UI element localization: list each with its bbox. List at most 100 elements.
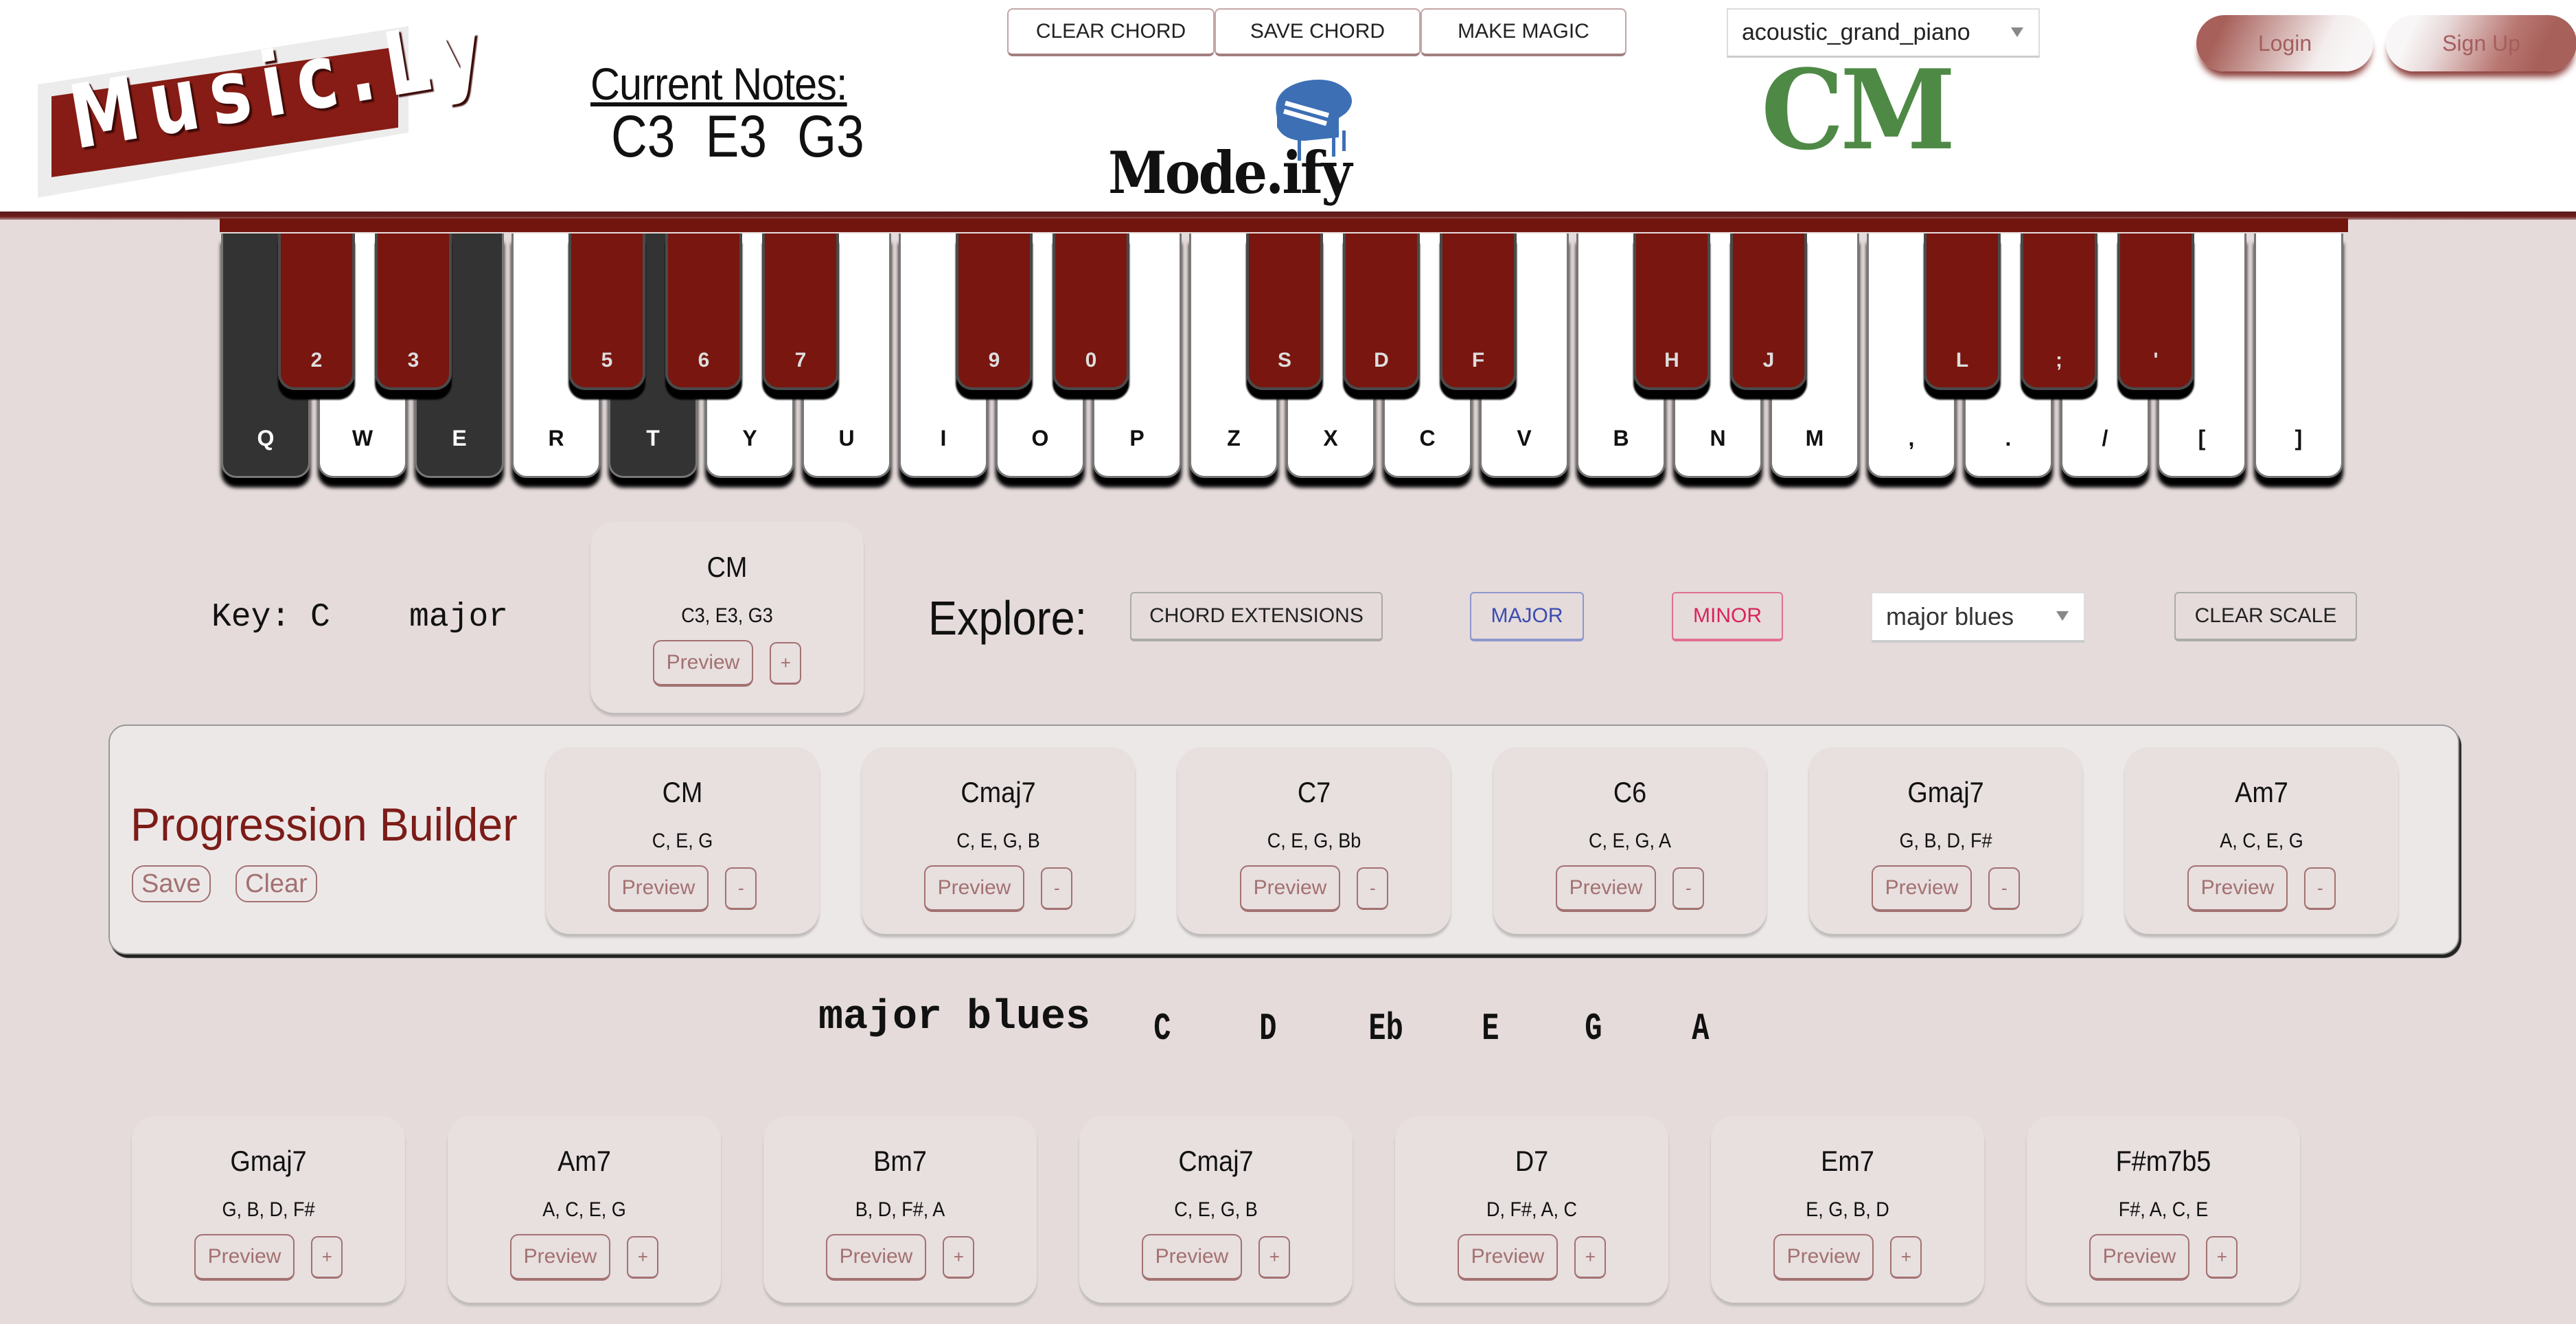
save-chord-button[interactable]: SAVE CHORD [1215, 8, 1421, 56]
black-key[interactable]: F [1440, 233, 1517, 390]
add-chord-button[interactable]: + [627, 1236, 659, 1279]
add-chord-button[interactable]: + [311, 1236, 343, 1279]
remove-chord-button[interactable]: - [2304, 867, 2336, 910]
remove-chord-button[interactable]: - [1041, 867, 1073, 910]
scale-select-value: major blues [1886, 602, 2014, 630]
key-label: Q [257, 426, 275, 450]
clear-progression-button[interactable]: Clear [235, 865, 317, 902]
add-chord-button[interactable]: + [770, 642, 802, 685]
preview-button[interactable]: Preview [608, 865, 709, 912]
black-key[interactable]: 5 [568, 233, 645, 390]
chord-notes: F#, A, C, E [2118, 1198, 2209, 1221]
black-key[interactable]: 2 [278, 233, 355, 390]
header: Music.Ly Current Notes: C3 E3 G3 CLEAR C… [0, 0, 2576, 213]
black-key[interactable]: 7 [762, 233, 839, 390]
key-label: N [1710, 426, 1726, 450]
preview-button[interactable]: Preview [1555, 865, 1657, 912]
remove-chord-button[interactable]: - [1357, 867, 1389, 910]
chord-name: Bm7 [873, 1145, 927, 1177]
chord-card: Cmaj7 C, E, G, B Preview + [1079, 1116, 1353, 1303]
black-key[interactable]: J [1730, 233, 1807, 390]
scale-note: Eb [1368, 1007, 1403, 1051]
chord-name: CM [662, 776, 703, 808]
scale-note: A [1692, 1007, 1710, 1051]
add-chord-button[interactable]: + [2206, 1236, 2238, 1279]
chord-notes: C, E, G, A [1588, 830, 1672, 852]
preview-button[interactable]: Preview [1457, 1234, 1559, 1281]
save-progression-button[interactable]: Save [132, 865, 211, 902]
key-label: F [1471, 349, 1485, 372]
current-note: G3 [797, 104, 864, 170]
remove-chord-button[interactable]: - [725, 867, 757, 910]
black-key[interactable]: 3 [375, 233, 452, 390]
chord-card: Bm7 B, D, F#, A Preview + [763, 1116, 1037, 1303]
black-key[interactable]: 0 [1053, 233, 1129, 390]
chord-notes: A, C, E, G [542, 1198, 626, 1221]
black-key[interactable]: ' [2117, 233, 2194, 390]
add-chord-button[interactable]: + [1574, 1236, 1607, 1279]
preview-button[interactable]: Preview [1773, 1234, 1874, 1281]
key-label: R [548, 426, 564, 450]
add-chord-button[interactable]: + [943, 1236, 975, 1279]
preview-button[interactable]: Preview [194, 1234, 295, 1281]
preview-button[interactable]: Preview [1871, 865, 1973, 912]
black-key[interactable]: L [1924, 233, 2001, 390]
scale-note: G [1585, 1007, 1602, 1051]
scale-select[interactable]: major blues [1871, 592, 2085, 643]
chord-notes: G, B, D, F# [222, 1198, 315, 1221]
key-label: D [1374, 349, 1389, 372]
key-label: B [1613, 426, 1629, 450]
key-label: O [1031, 426, 1049, 450]
chord-card: Am7 A, C, E, G Preview - [2125, 747, 2398, 934]
preview-button[interactable]: Preview [923, 865, 1025, 912]
preview-button[interactable]: Preview [2187, 865, 2288, 912]
current-notes: C3 E3 G3 [611, 103, 864, 171]
signup-button[interactable]: Sign Up [2386, 15, 2576, 71]
black-key[interactable]: 9 [956, 233, 1033, 390]
minor-button[interactable]: MINOR [1672, 592, 1783, 641]
black-key[interactable]: D [1343, 233, 1420, 390]
chord-extensions-button[interactable]: CHORD EXTENSIONS [1130, 592, 1383, 641]
key-label: H [1664, 349, 1679, 372]
chord-card: C6 C, E, G, A Preview - [1493, 747, 1767, 934]
key-label: I [940, 426, 947, 450]
caret-down-icon [2011, 27, 2023, 37]
keyboard-top-bar [220, 218, 2348, 232]
black-key[interactable]: S [1246, 233, 1323, 390]
chord-notes: C, E, G [652, 830, 713, 852]
key-label: X [1323, 426, 1338, 450]
preview-button[interactable]: Preview [1141, 1234, 1243, 1281]
chord-notes: C, E, G, B [1174, 1198, 1258, 1221]
key-label: 0 [1085, 349, 1097, 372]
chord-name-display: CM [1761, 45, 1956, 174]
key-label: ' [2153, 349, 2159, 372]
remove-chord-button[interactable]: - [1988, 867, 2021, 910]
black-key[interactable]: H [1633, 233, 1710, 390]
white-key[interactable]: ] [2254, 233, 2343, 478]
preview-button[interactable]: Preview [1239, 865, 1341, 912]
preview-button[interactable]: Preview [825, 1234, 927, 1281]
clear-chord-button[interactable]: CLEAR CHORD [1007, 8, 1215, 56]
key-label: 7 [794, 349, 807, 372]
preview-button[interactable]: Preview [2089, 1234, 2190, 1281]
modeify-logo: Mode.ify [1105, 76, 1380, 207]
black-key[interactable]: ; [2021, 233, 2097, 390]
major-button[interactable]: MAJOR [1470, 592, 1584, 641]
make-magic-button[interactable]: MAKE MAGIC [1421, 8, 1626, 56]
preview-button[interactable]: Preview [652, 640, 754, 687]
clear-scale-button[interactable]: CLEAR SCALE [2174, 592, 2357, 641]
add-chord-button[interactable]: + [1258, 1236, 1291, 1279]
add-chord-button[interactable]: + [1890, 1236, 1922, 1279]
preview-button[interactable]: Preview [509, 1234, 611, 1281]
key-label: / [2102, 426, 2108, 450]
black-key[interactable]: 6 [665, 233, 742, 390]
chord-name: Em7 [1821, 1145, 1874, 1177]
musicly-logo[interactable]: Music.Ly [38, 0, 499, 198]
modeify-text: Mode.ify [1108, 139, 1352, 207]
login-button[interactable]: Login [2196, 15, 2373, 71]
chord-notes: D, F#, A, C [1486, 1198, 1578, 1221]
chord-name: CM [706, 551, 748, 583]
remove-chord-button[interactable]: - [1672, 867, 1705, 910]
key-label: ; [2056, 349, 2062, 372]
progression-title: Progression Builder [130, 799, 518, 851]
